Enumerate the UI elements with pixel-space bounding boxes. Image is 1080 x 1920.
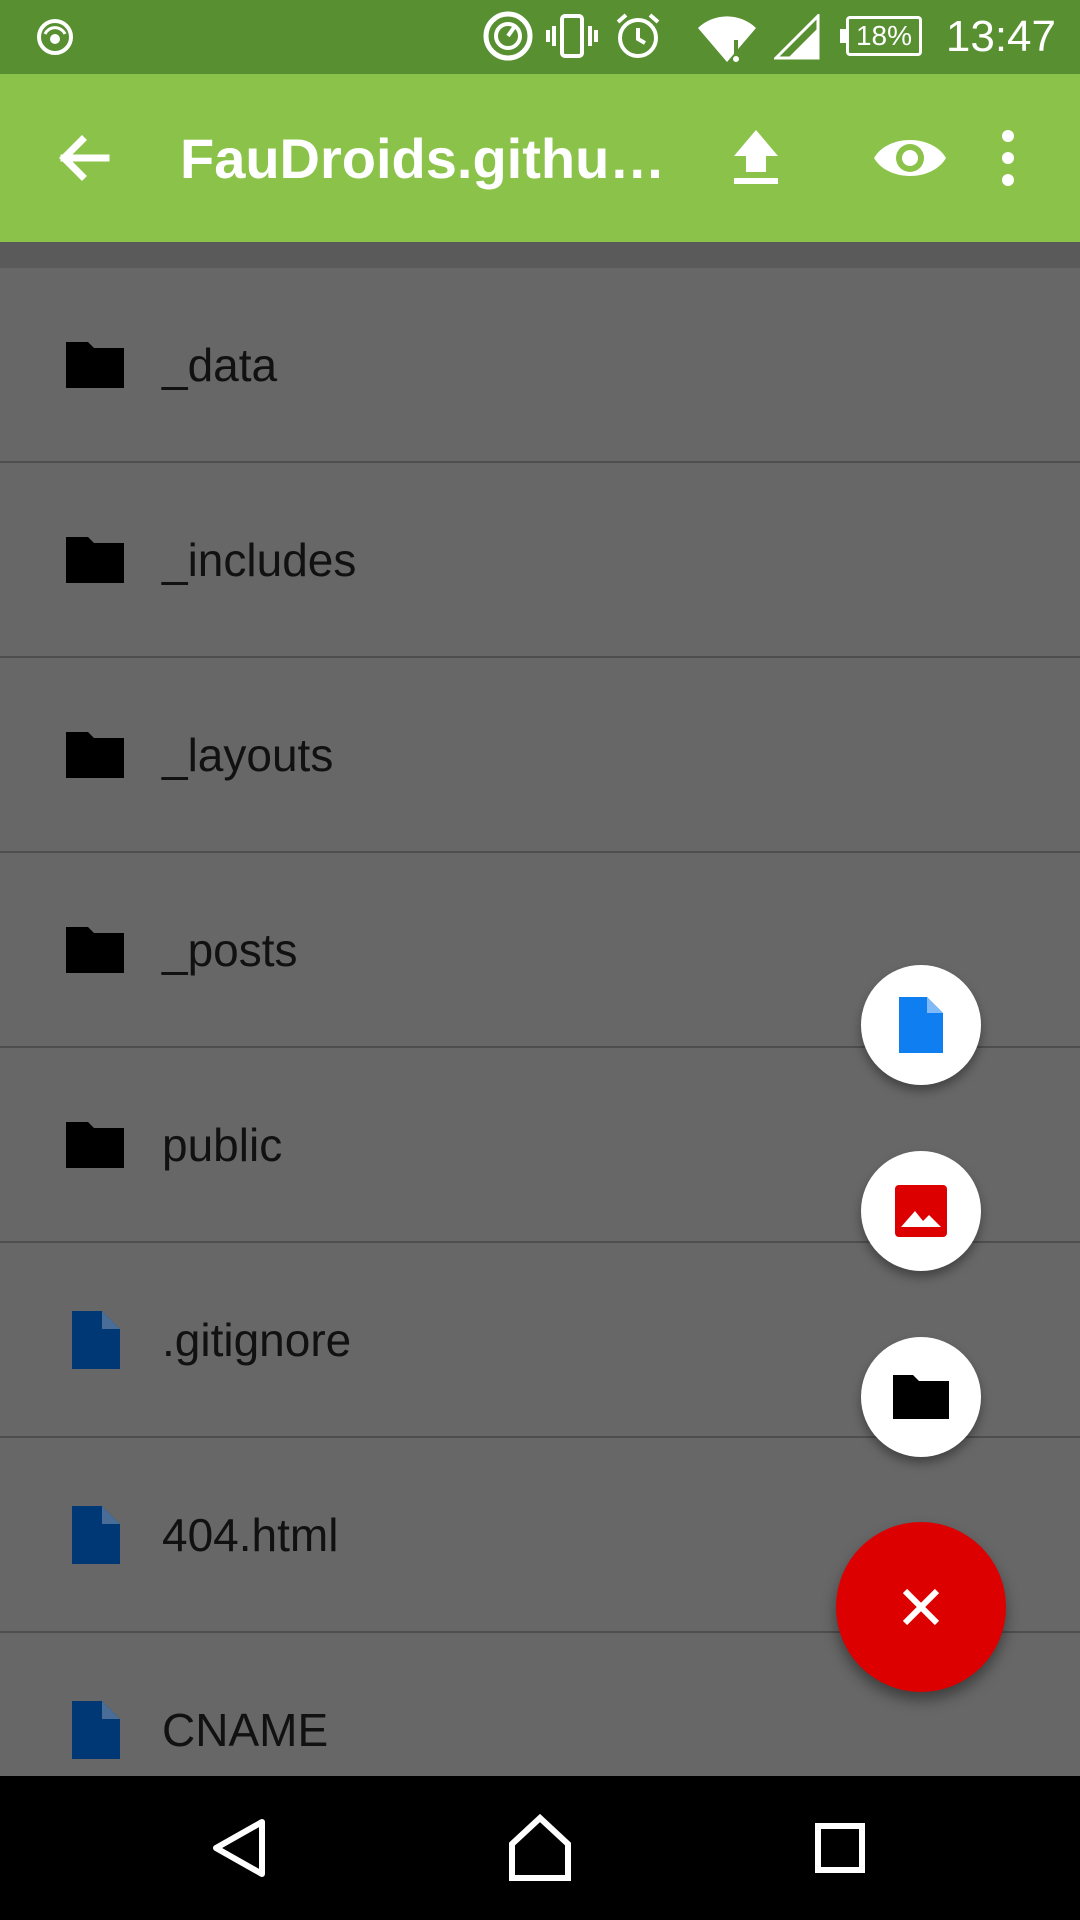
nav-recents-button[interactable] <box>790 1798 890 1898</box>
new-file-button[interactable] <box>861 965 981 1085</box>
speedometer-icon <box>37 19 73 55</box>
back-triangle-icon <box>213 1819 265 1877</box>
alarm-icon <box>616 13 660 58</box>
back-arrow-icon <box>59 135 110 181</box>
page-title: FauDroids.githu… <box>180 127 660 190</box>
list-item-label: _includes <box>162 534 357 586</box>
new-folder-button[interactable] <box>861 1337 981 1457</box>
preview-button[interactable] <box>860 118 960 198</box>
upload-icon <box>734 130 778 184</box>
nav-back-button[interactable] <box>190 1798 290 1898</box>
list-item[interactable]: _layouts <box>0 658 1080 853</box>
new-folder-icon <box>893 1375 949 1419</box>
upload-button[interactable] <box>716 118 796 198</box>
list-item[interactable]: _includes <box>0 463 1080 658</box>
overflow-menu-icon <box>1002 130 1014 186</box>
file-icon <box>72 1701 120 1759</box>
status-time: 13:47 <box>945 12 1056 61</box>
wifi-icon <box>698 16 756 62</box>
folder-icon <box>66 927 124 973</box>
close-icon <box>902 1588 940 1626</box>
new-file-icon <box>899 997 943 1053</box>
preview-eye-icon <box>874 140 946 176</box>
list-item-label: _layouts <box>162 729 334 781</box>
status-bar: 18% 13:47 <box>0 0 1080 74</box>
home-icon <box>509 1813 571 1881</box>
file-icon <box>72 1506 120 1564</box>
new-image-button[interactable] <box>861 1151 981 1271</box>
list-item[interactable]: _data <box>0 268 1080 463</box>
navigation-bar <box>0 1776 1080 1920</box>
vibrate-icon <box>546 14 598 58</box>
close-fab-button[interactable] <box>836 1522 1006 1692</box>
recents-square-icon <box>815 1823 865 1873</box>
folder-icon <box>66 732 124 778</box>
list-item-label: _data <box>162 339 278 391</box>
file-icon <box>72 1311 120 1369</box>
list-item-label: _posts <box>162 924 298 976</box>
new-image-icon <box>895 1185 947 1237</box>
overflow-menu-button[interactable] <box>968 118 1048 198</box>
list-item-label: public <box>162 1119 283 1171</box>
back-button[interactable] <box>44 118 124 198</box>
list-item-label: .gitignore <box>162 1314 352 1366</box>
data-saver-icon <box>483 11 533 61</box>
signal-icon <box>774 14 820 60</box>
nav-home-button[interactable] <box>490 1798 590 1898</box>
folder-icon <box>66 342 124 388</box>
list-item-label: 404.html <box>162 1509 339 1561</box>
app-bar: FauDroids.githu… <box>0 74 1080 242</box>
battery-icon: 18% <box>840 16 922 56</box>
folder-icon <box>66 537 124 583</box>
list-item-label: CNAME <box>162 1704 329 1756</box>
app-bar-shadow <box>0 242 1080 268</box>
folder-icon <box>66 1122 124 1168</box>
